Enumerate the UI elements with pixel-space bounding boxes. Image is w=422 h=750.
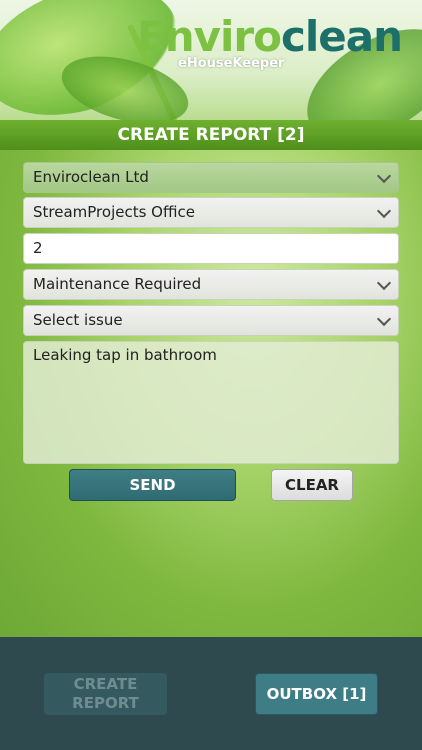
page-title: CREATE REPORT [2] [117,125,305,145]
outbox-button[interactable]: OUTBOX [1] [255,673,378,715]
brand-logo: Enviroclean [137,12,403,61]
chevron-down-icon [376,168,392,184]
logo-part1: Enviro [137,12,282,61]
chevron-down-icon [376,275,392,291]
report-type-select-value: Maintenance Required [33,275,202,293]
company-select-value: Enviroclean Ltd [33,168,149,186]
company-select[interactable]: Enviroclean Ltd [23,162,399,193]
notes-textarea-value: Leaking tap in bathroom [33,346,217,364]
brand-tagline: eHouseKeeper [178,56,285,71]
location-select-value: StreamProjects Office [33,203,195,221]
issue-select[interactable]: Select issue [23,305,399,336]
room-input[interactable]: 2 [23,233,399,264]
location-select[interactable]: StreamProjects Office [23,197,399,228]
send-button[interactable]: SEND [69,469,236,501]
notes-textarea[interactable]: Leaking tap in bathroom [23,341,399,464]
create-report-label-line1: CREATE [73,675,138,693]
page-title-bar: CREATE REPORT [2] [0,120,422,150]
report-type-select[interactable]: Maintenance Required [23,269,399,300]
room-input-value: 2 [33,239,43,257]
clear-button[interactable]: CLEAR [271,469,353,501]
logo-part2: clean [280,12,403,61]
issue-select-value: Select issue [33,311,123,329]
chevron-down-icon [376,311,392,327]
create-report-label-line2: REPORT [72,694,139,712]
chevron-down-icon [376,203,392,219]
create-report-button[interactable]: CREATE REPORT [44,673,167,715]
